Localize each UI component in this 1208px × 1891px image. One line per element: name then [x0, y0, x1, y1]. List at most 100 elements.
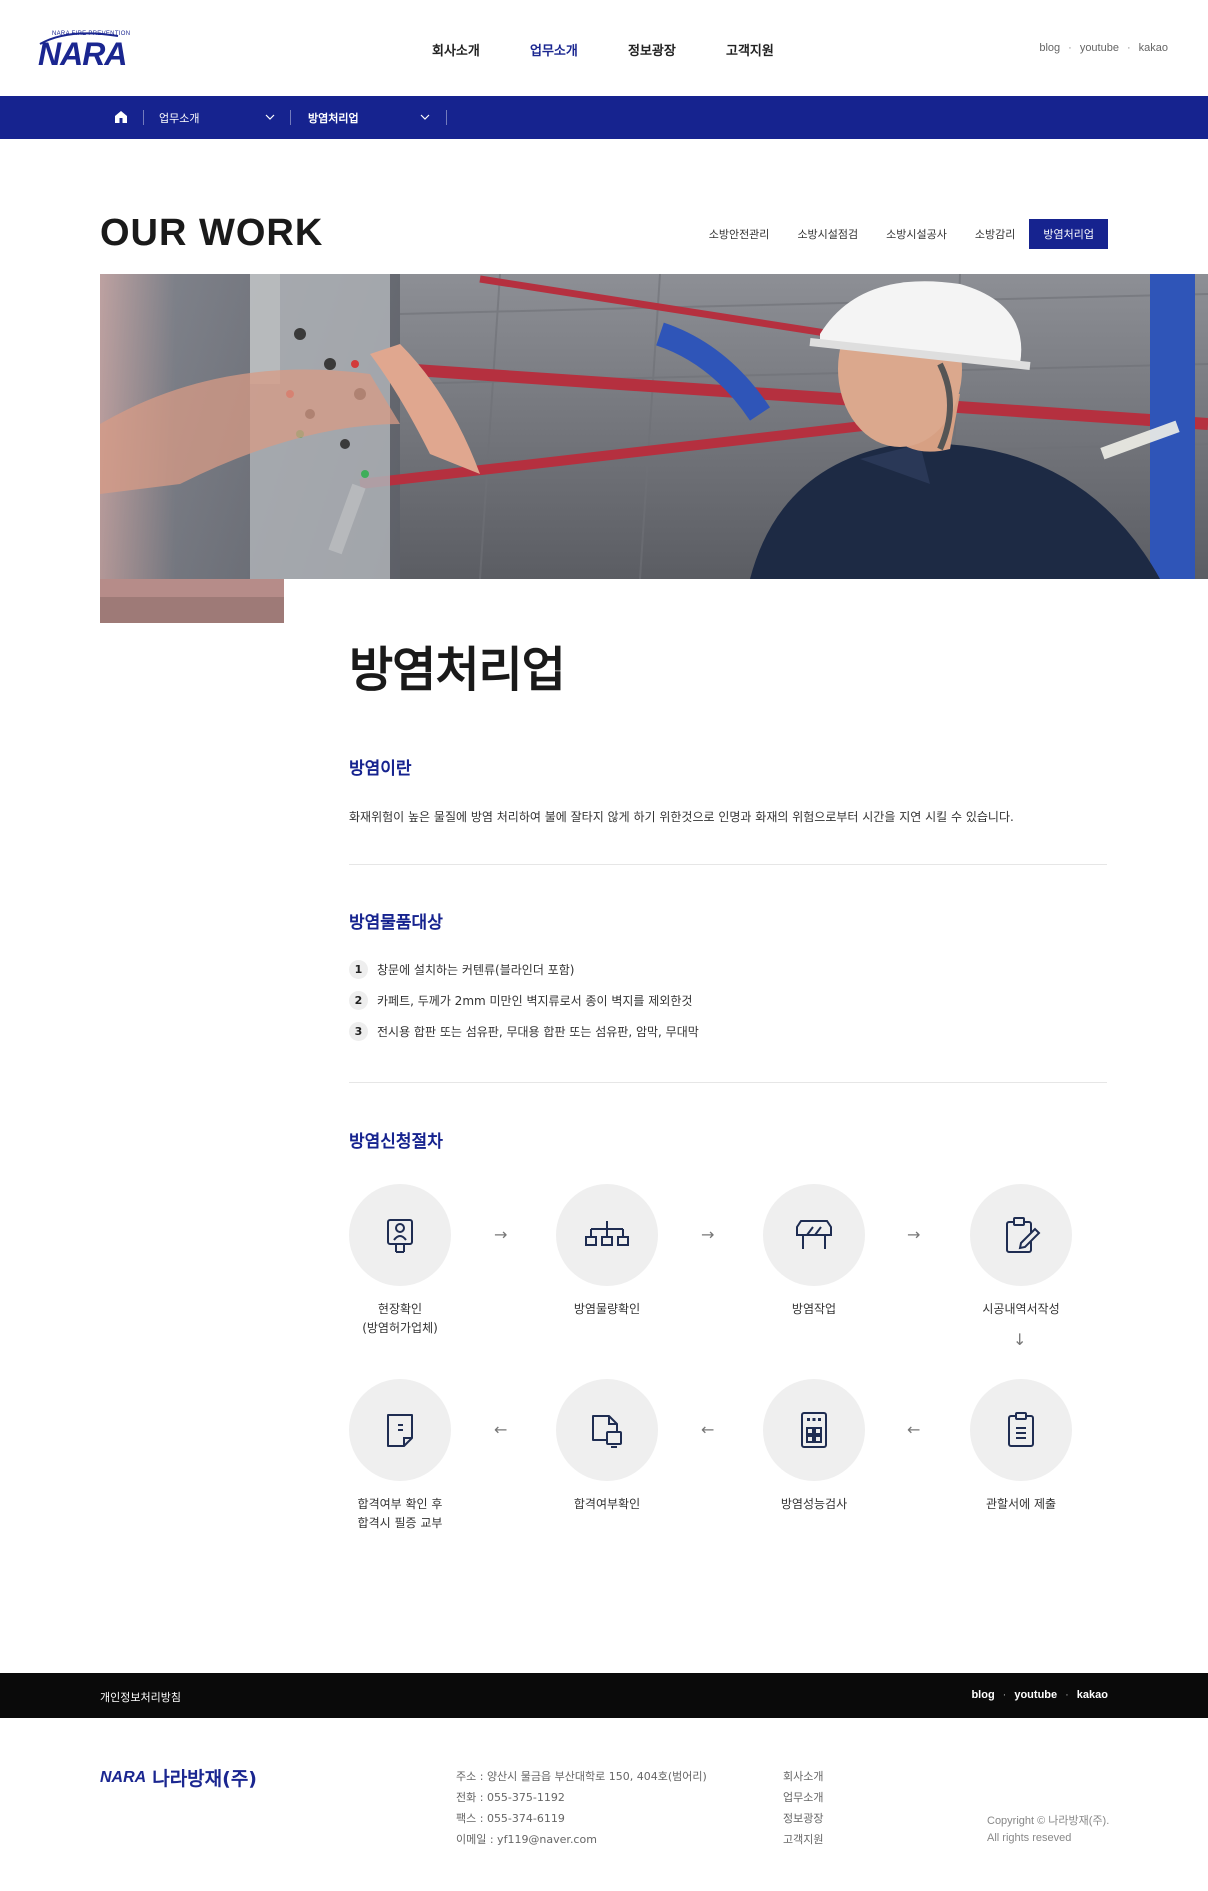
sub-tabs: 소방안전관리 소방시설점검 소방시설공사 소방감리 방염처리업	[695, 219, 1108, 249]
step-circle	[556, 1184, 658, 1286]
step-label: 합격여부확인	[537, 1495, 677, 1514]
site-logo[interactable]: NARA FIRE PREVENTION NARA	[38, 28, 130, 72]
step-label-line: 관할서에 제출	[985, 1497, 1057, 1511]
step-label-line: 방염성능검사	[780, 1497, 848, 1511]
step-circle	[349, 1184, 451, 1286]
step-circle	[763, 1379, 865, 1481]
hero-image	[100, 274, 1208, 579]
kakao-link[interactable]: kakao	[1139, 42, 1168, 54]
hero-image-strip	[100, 579, 284, 623]
divider	[349, 1082, 1107, 1083]
process-step: 방염성능검사	[744, 1379, 884, 1514]
step-label-line: 합격여부확인	[573, 1497, 641, 1511]
process-step: 시공내역서작성	[951, 1184, 1091, 1319]
chevron-down-icon[interactable]	[265, 112, 275, 122]
step-label: 방염작업	[744, 1300, 884, 1319]
youtube-link[interactable]: youtube	[1080, 42, 1119, 54]
process-step: 방염작업	[744, 1184, 884, 1319]
chevron-down-icon[interactable]	[420, 112, 430, 122]
step-label: 시공내역서작성	[951, 1300, 1091, 1319]
separator-dot: ·	[1126, 42, 1131, 54]
nav-item-company[interactable]: 회사소개	[432, 40, 530, 59]
tab-facility-inspection[interactable]: 소방시설점검	[783, 219, 872, 249]
step-label: 현장확인 (방염허가업체)	[330, 1300, 470, 1338]
step-label: 방염성능검사	[744, 1495, 884, 1514]
email: 이메일 : yf119@naver.com	[456, 1833, 597, 1846]
inspector-icon	[387, 1219, 413, 1253]
arrow-right-icon: →	[907, 1225, 921, 1244]
step-label: 방염물량확인	[537, 1300, 677, 1319]
separator-dot: ·	[1002, 1689, 1007, 1701]
tab-supervision[interactable]: 소방감리	[961, 219, 1029, 249]
step-label-line: 현장확인	[377, 1302, 423, 1316]
page-title: 방염처리업	[349, 642, 566, 698]
procedure-title: 방염신청절차	[349, 1132, 443, 1152]
fax: 팩스 : 055-374-6119	[456, 1812, 565, 1825]
nav-item-info[interactable]: 정보광장	[628, 40, 726, 59]
arrow-left-icon: ←	[907, 1420, 921, 1439]
process-step: 현장확인 (방염허가업체)	[330, 1184, 470, 1338]
blog-link[interactable]: blog	[971, 1689, 994, 1701]
main-content: 방염처리업 방염이란 화재위험이 높은 물질에 방염 처리하여 불에 잘타지 않…	[349, 630, 1107, 1530]
certificate-icon	[387, 1414, 413, 1447]
nav-item-business[interactable]: 업무소개	[530, 40, 628, 59]
targets-title: 방염물품대상	[349, 913, 443, 933]
site-header: NARA FIRE PREVENTION NARA 회사소개 업무소개 정보광장…	[0, 0, 1208, 96]
footer-bar: 개인정보처리방침 blog · youtube · kakao	[0, 1673, 1208, 1718]
list-item: 3 전시용 합판 또는 섬유판, 무대용 합판 또는 섬유판, 암막, 무대막	[349, 1022, 699, 1041]
separator-dot: ·	[1068, 42, 1072, 54]
breadcrumb-level2[interactable]: 방염처리업	[308, 110, 359, 126]
tab-flameproofing[interactable]: 방염처리업	[1029, 219, 1108, 249]
privacy-policy-link[interactable]: 개인정보처리방침	[100, 1689, 181, 1705]
arrow-left-icon: ←	[494, 1420, 508, 1439]
step-label-line: 방염작업	[791, 1302, 837, 1316]
step-label-line: 합격시 필증 교부	[357, 1516, 443, 1530]
company-info: 주소 : 양산시 물금읍 부산대학로 150, 404호(범어리) 전화 : 0…	[456, 1766, 707, 1850]
list-number: 3	[349, 1022, 368, 1041]
home-icon[interactable]	[114, 110, 128, 124]
arrow-left-icon: ←	[701, 1420, 715, 1439]
list-text: 전시용 합판 또는 섬유판, 무대용 합판 또는 섬유판, 암막, 무대막	[377, 1025, 699, 1039]
footer-menu-item[interactable]: 정보광장	[783, 1808, 823, 1829]
step-label: 관할서에 제출	[951, 1495, 1091, 1514]
nav-item-support[interactable]: 고객지원	[726, 40, 824, 59]
step-label-line: 방염물량확인	[573, 1302, 641, 1316]
list-text: 카페트, 두께가 2mm 미만인 벽지류로서 종이 벽지를 제외한것	[377, 994, 693, 1008]
list-number: 2	[349, 991, 368, 1010]
worker-photo	[100, 274, 1208, 579]
divider	[349, 864, 1107, 865]
separator-dot: ·	[1065, 1689, 1069, 1701]
arrow-down-icon: ↓	[1013, 1330, 1027, 1349]
breadcrumb-level1[interactable]: 업무소개	[159, 110, 199, 126]
kakao-link[interactable]: kakao	[1077, 1689, 1108, 1701]
step-label-line: 합격여부 확인 후	[357, 1497, 443, 1511]
step-label-line: 시공내역서작성	[982, 1302, 1060, 1316]
process-step: 합격여부 확인 후 합격시 필증 교부	[330, 1379, 470, 1533]
copyright: Copyright © 나라방재(주). All rights reseved	[987, 1813, 1109, 1847]
tab-fire-safety-management[interactable]: 소방안전관리	[695, 219, 784, 249]
breadcrumb: 업무소개 방염처리업	[0, 96, 1208, 139]
footer-menu-item[interactable]: 고객지원	[783, 1829, 823, 1850]
footer-menu-item[interactable]: 회사소개	[783, 1766, 823, 1787]
breadcrumb-divider	[290, 110, 291, 125]
clipboard-list-icon	[1008, 1412, 1034, 1447]
about-text: 화재위험이 높은 물질에 방염 처리하여 불에 잘타지 않게 하기 위한것으로 …	[349, 810, 1014, 824]
arrow-right-icon: →	[494, 1225, 508, 1244]
section-heading: OUR WORK	[100, 212, 324, 254]
step-circle	[763, 1184, 865, 1286]
step-label-line: (방염허가업체)	[362, 1321, 438, 1335]
step-circle	[970, 1379, 1072, 1481]
blog-link[interactable]: blog	[1039, 42, 1060, 54]
youtube-link[interactable]: youtube	[1014, 1689, 1057, 1701]
social-links: blog · youtube · kakao	[1039, 42, 1168, 54]
building-icon	[801, 1412, 827, 1448]
footer-menu-item[interactable]: 업무소개	[783, 1787, 823, 1808]
breadcrumb-divider	[446, 110, 447, 125]
breadcrumb-divider	[143, 110, 144, 125]
address: 주소 : 양산시 물금읍 부산대학로 150, 404호(범어리)	[456, 1770, 707, 1783]
process-step: 합격여부확인	[537, 1379, 677, 1514]
step-circle	[556, 1379, 658, 1481]
footer-logo: NARA 나라방재(주)	[100, 1764, 257, 1791]
tab-facility-construction[interactable]: 소방시설공사	[872, 219, 961, 249]
footer-social-links: blog · youtube · kakao	[971, 1689, 1108, 1701]
